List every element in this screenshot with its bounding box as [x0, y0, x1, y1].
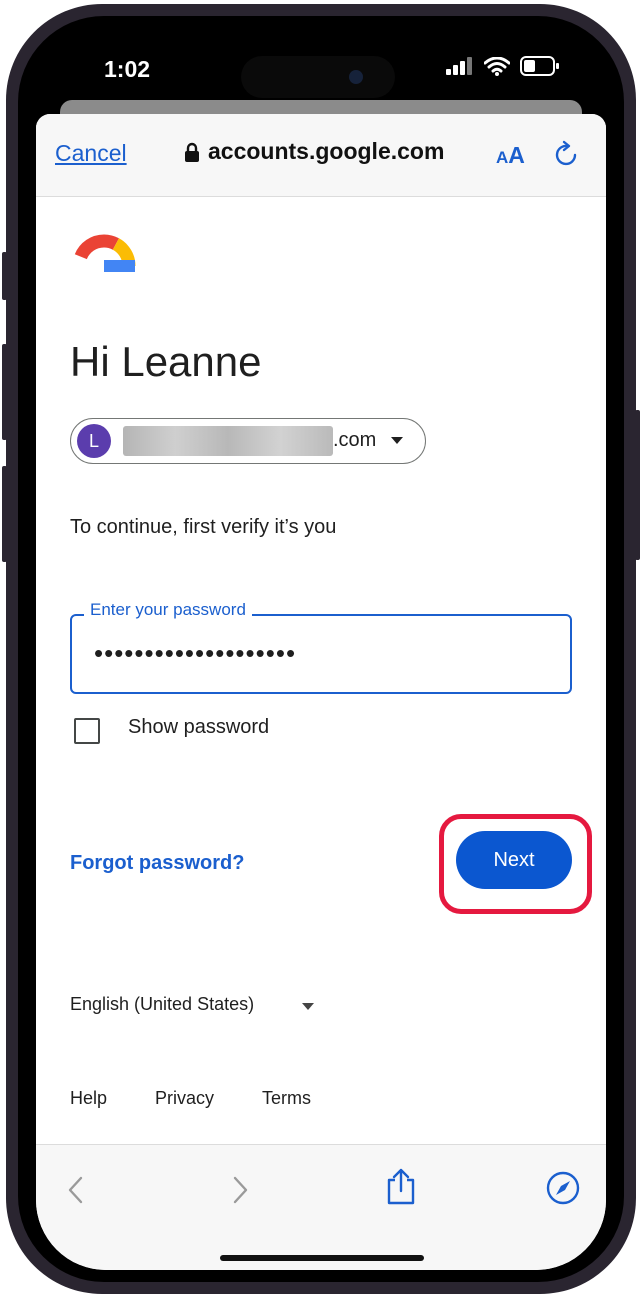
home-indicator	[220, 1255, 424, 1261]
screen: 1:02 Cancel accounts.google.com AA Hi Le…	[36, 30, 606, 1270]
wifi-icon	[484, 56, 510, 76]
aa-small: A	[496, 148, 509, 167]
url-text: accounts.google.com	[208, 138, 445, 164]
redacted-email	[123, 426, 333, 456]
battery-icon	[520, 56, 559, 76]
reload-icon[interactable]	[554, 140, 580, 170]
help-link[interactable]: Help	[70, 1088, 107, 1109]
privacy-link[interactable]: Privacy	[155, 1088, 214, 1109]
text-size-button[interactable]: AA	[496, 142, 525, 169]
google-logo	[72, 234, 136, 298]
power-button	[635, 410, 640, 560]
forgot-password-link[interactable]: Forgot password?	[70, 852, 244, 875]
account-chip[interactable]: L .com	[70, 418, 426, 464]
avatar: L	[77, 424, 111, 458]
chevron-down-icon	[391, 437, 403, 444]
page-title: Hi Leanne	[70, 338, 262, 385]
terms-link[interactable]: Terms	[262, 1088, 311, 1109]
aa-big: A	[508, 142, 525, 168]
status-icons	[446, 56, 560, 76]
email-domain: .com	[333, 429, 377, 451]
verify-text: To continue, first verify it’s you	[70, 516, 337, 538]
show-password-checkbox[interactable]	[74, 718, 100, 744]
browser-sheet: Cancel accounts.google.com AA Hi Leanne …	[36, 114, 606, 1270]
status-time: 1:02	[104, 56, 151, 82]
password-label: Enter your password	[84, 600, 252, 620]
password-field[interactable]: ••••••••••••••••••••	[70, 614, 572, 694]
next-button[interactable]: Next	[456, 831, 572, 889]
show-password-label[interactable]: Show password	[128, 716, 269, 739]
camera-icon	[349, 70, 363, 84]
back-icon[interactable]	[66, 1175, 86, 1205]
chevron-down-icon	[302, 1003, 314, 1010]
dynamic-island	[241, 56, 395, 98]
footer-links: Help Privacy Terms	[70, 1088, 311, 1109]
address-field[interactable]: accounts.google.com	[184, 138, 444, 165]
volume-up-button	[2, 344, 7, 440]
action-button	[2, 252, 7, 300]
url-bar: Cancel accounts.google.com AA	[36, 114, 606, 197]
volume-down-button	[2, 466, 7, 562]
forward-icon[interactable]	[230, 1175, 250, 1205]
share-icon[interactable]	[386, 1167, 416, 1205]
browser-toolbar	[36, 1144, 606, 1270]
cancel-button[interactable]: Cancel	[55, 140, 127, 167]
password-value: ••••••••••••••••••••	[94, 638, 297, 668]
compass-icon[interactable]	[546, 1171, 580, 1205]
lock-icon	[185, 142, 199, 162]
signal-icon	[446, 57, 472, 75]
language-select[interactable]: English (United States)	[70, 994, 254, 1015]
